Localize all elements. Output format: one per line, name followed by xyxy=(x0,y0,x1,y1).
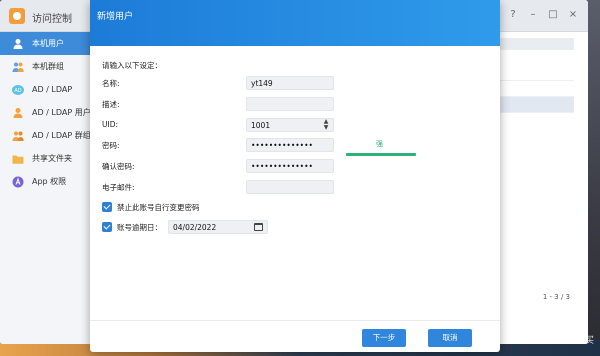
table-row[interactable] xyxy=(496,81,574,97)
uid-input[interactable]: 1001 ▲ ▼ xyxy=(246,118,334,132)
app-logo-icon xyxy=(9,8,25,24)
description-row: 描述: xyxy=(102,97,402,111)
uid-value: 1001 xyxy=(251,121,271,130)
dialog-body: 请输入以下设定： 名称: yt149 描述: UID: 1001 ▲ ▼ 密码: … xyxy=(90,46,500,320)
disable-password-change-checkbox[interactable] xyxy=(102,202,112,212)
password-strength-bar xyxy=(346,153,416,156)
group-icon xyxy=(12,61,24,73)
confirm-password-label: 确认密码: xyxy=(102,162,135,171)
disable-password-change-label: 禁止此账号自行变更密码 xyxy=(117,202,200,212)
ad-user-icon xyxy=(12,107,24,119)
expiry-date-value: 04/02/2022 xyxy=(173,223,217,232)
sidebar-item-shared-folders[interactable]: 共享文件夹 xyxy=(0,147,90,170)
sidebar: 本机用户 本机群组 AD AD / LDAP AD / LDAP 用户 AD /… xyxy=(0,32,91,344)
uid-row: UID: 1001 ▲ ▼ xyxy=(102,118,402,132)
dialog-header: 新增用户 xyxy=(90,0,500,46)
table-row[interactable] xyxy=(496,65,574,81)
cancel-button[interactable]: 取消 xyxy=(428,329,472,347)
sidebar-item-label: 本机用户 xyxy=(32,39,64,48)
add-user-dialog: 新增用户 请输入以下设定： 名称: yt149 描述: UID: 1001 ▲ ▼… xyxy=(90,0,500,352)
calendar-icon[interactable] xyxy=(254,223,263,231)
table-row[interactable] xyxy=(496,97,574,113)
user-icon xyxy=(12,38,24,50)
ad-group-icon xyxy=(12,130,24,142)
sidebar-item-local-groups[interactable]: 本机群组 xyxy=(0,55,90,78)
password-strength-meter: 强 xyxy=(346,140,416,164)
sidebar-item-ad-ldap[interactable]: AD AD / LDAP xyxy=(0,78,90,101)
minimize-icon[interactable]: – xyxy=(528,10,538,20)
uid-label: UID: xyxy=(102,120,119,129)
sidebar-item-ad-ldap-groups[interactable]: AD / LDAP 群组 xyxy=(0,124,91,147)
close-icon[interactable]: × xyxy=(568,10,578,20)
watermark: 值 什么值得买 xyxy=(537,336,594,346)
disable-password-change-row: 禁止此账号自行变更密码 xyxy=(102,201,200,213)
name-label: 名称: xyxy=(102,79,120,88)
account-expiry-label: 账号逾期日： xyxy=(117,222,162,232)
sidebar-item-label: App 权限 xyxy=(32,177,67,186)
help-icon[interactable]: ? xyxy=(508,10,518,20)
sidebar-item-label: 本机群组 xyxy=(32,62,64,71)
email-label: 电子邮件: xyxy=(102,183,135,192)
folder-icon xyxy=(12,153,24,165)
app-permission-icon xyxy=(12,176,24,188)
password-strength-label: 强 xyxy=(376,140,383,148)
uid-stepper-icon[interactable]: ▲ ▼ xyxy=(322,119,330,131)
next-button[interactable]: 下一步 xyxy=(362,329,406,347)
account-expiry-row: 账号逾期日： 04/02/2022 xyxy=(102,220,342,234)
email-row: 电子邮件: xyxy=(102,180,402,194)
confirm-password-input[interactable]: •••••••••••••• xyxy=(246,159,334,173)
account-expiry-checkbox[interactable] xyxy=(102,222,112,232)
sidebar-item-label: AD / LDAP xyxy=(32,85,73,94)
background-search-field[interactable] xyxy=(500,38,574,50)
sidebar-item-ad-ldap-users[interactable]: AD / LDAP 用户 xyxy=(0,101,91,124)
name-input[interactable]: yt149 xyxy=(246,76,334,90)
password-label: 密码: xyxy=(102,141,120,150)
expiry-date-input[interactable]: 04/02/2022 xyxy=(168,220,268,234)
name-row: 名称: yt149 xyxy=(102,76,402,90)
dialog-footer: 下一步 取消 xyxy=(90,320,500,352)
description-label: 描述: xyxy=(102,100,120,109)
sidebar-item-app-permissions[interactable]: App 权限 xyxy=(0,170,90,193)
ad-ldap-icon: AD xyxy=(12,84,24,96)
email-input[interactable] xyxy=(246,180,334,194)
background-user-table xyxy=(496,65,574,305)
sidebar-item-label: 共享文件夹 xyxy=(32,154,72,163)
svg-text:AD: AD xyxy=(14,88,21,94)
maximize-icon[interactable]: □ xyxy=(548,10,558,20)
password-input[interactable]: •••••••••••••• xyxy=(246,138,334,152)
sidebar-item-local-users[interactable]: 本机用户 xyxy=(0,32,90,55)
sidebar-item-label: AD / LDAP 群组 xyxy=(32,131,91,140)
dialog-title: 新增用户 xyxy=(97,12,134,22)
section-caption: 请输入以下设定： xyxy=(102,61,162,70)
sidebar-item-label: AD / LDAP 用户 xyxy=(32,108,91,117)
description-input[interactable] xyxy=(246,97,334,111)
app-title: 访问控制 xyxy=(32,14,72,25)
pager-label: 1 - 3 / 3 xyxy=(542,293,570,301)
